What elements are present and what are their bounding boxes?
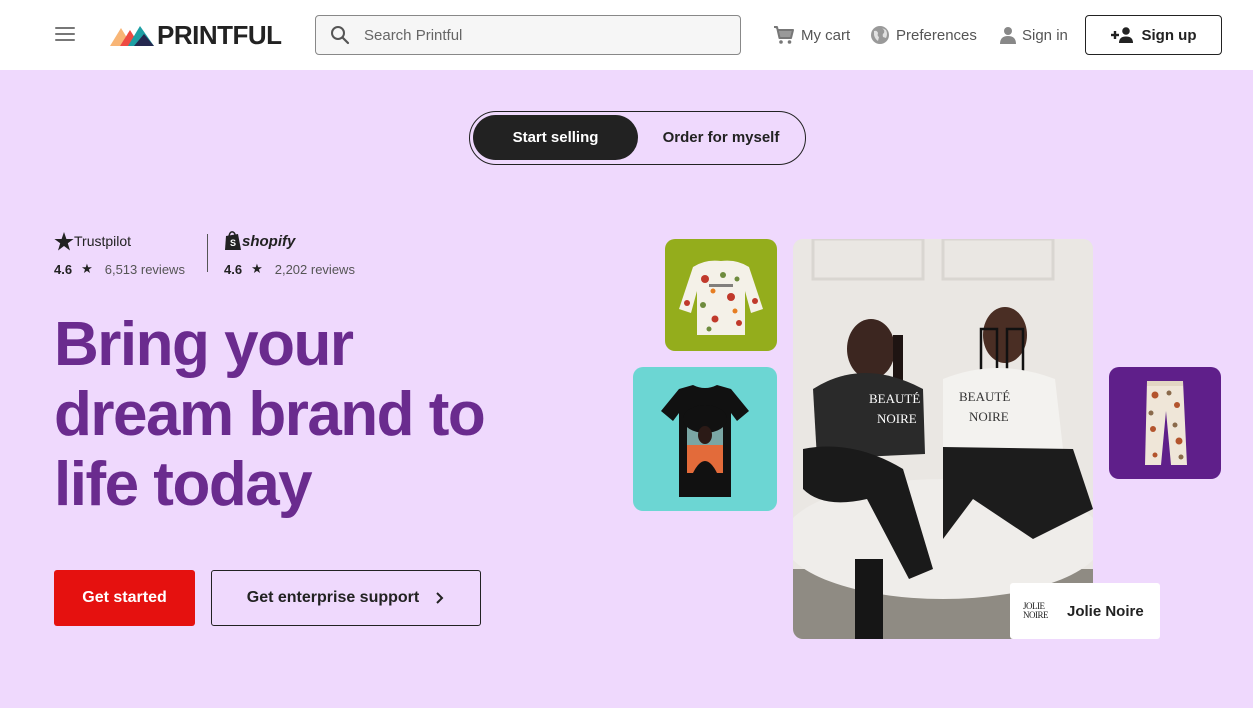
search-box[interactable]	[315, 15, 741, 55]
signin-label: Sign in	[1022, 26, 1068, 44]
preferences-link[interactable]: Preferences	[870, 24, 977, 46]
shirt-text-left-2: NOIRE	[877, 411, 917, 426]
jolie-noire-logo: JOLIE NOIRE	[1023, 601, 1049, 620]
shopify-bag-icon: S	[225, 231, 241, 250]
floral-pants-image	[1109, 367, 1221, 479]
shirt-text-left-1: BEAUTÉ	[869, 391, 920, 406]
audience-toggle: Start selling Order for myself	[469, 111, 806, 165]
cart-link[interactable]: My cart	[773, 24, 850, 46]
preferences-label: Preferences	[896, 26, 977, 44]
menu-icon[interactable]	[55, 27, 75, 43]
brand-card[interactable]: JOLIE NOIRE Jolie Noire	[1010, 583, 1160, 639]
enterprise-support-label: Get enterprise support	[246, 589, 420, 606]
cart-label: My cart	[801, 26, 851, 44]
shirt-text-right-2: NOIRE	[969, 409, 1009, 424]
headline-line-2: dream brand to	[54, 380, 486, 449]
add-user-icon	[1110, 27, 1133, 43]
trustpilot-reviews: 6,513 reviews	[104, 261, 185, 277]
trustpilot-score: 4.6	[54, 261, 73, 277]
headline-line-1: Bring your	[54, 310, 354, 379]
signup-label: Sign up	[1141, 26, 1197, 44]
shirt-text-right-1: BEAUTÉ	[959, 389, 1010, 404]
shopify-brand: shopify	[242, 232, 296, 250]
search-icon	[331, 26, 350, 45]
star-icon: ★	[81, 261, 93, 276]
rating-divider	[207, 234, 208, 272]
signin-link[interactable]: Sign in	[1000, 24, 1068, 46]
printful-logo[interactable]: PRINTFUL	[110, 20, 282, 50]
cart-icon	[774, 26, 794, 44]
get-started-button[interactable]: Get started	[54, 570, 195, 626]
trustpilot-rating[interactable]: Trustpilot 4.6 ★ 6,513 reviews	[54, 230, 185, 277]
hero-headline: Bring your dream brand to life today	[54, 310, 574, 520]
logo-mountains-icon	[110, 26, 154, 46]
svg-text:S: S	[230, 238, 236, 248]
enterprise-support-button[interactable]: Get enterprise support	[211, 570, 481, 626]
trustpilot-brand: Trustpilot	[74, 233, 132, 249]
floral-sweatshirt-image	[665, 239, 777, 351]
trustpilot-star-icon	[54, 231, 74, 250]
order-for-myself-tab[interactable]: Order for myself	[640, 115, 802, 160]
globe-icon	[871, 26, 889, 44]
user-icon	[1000, 27, 1016, 44]
chevron-right-icon	[436, 592, 444, 604]
headline-line-3: life today	[54, 450, 313, 519]
shopify-reviews: 2,202 reviews	[274, 261, 355, 277]
models-photo: BEAUTÉ NOIRE BEAUTÉ NOIRE	[793, 239, 1093, 639]
shopify-score: 4.6	[224, 261, 243, 277]
start-selling-tab[interactable]: Start selling	[473, 115, 638, 160]
star-icon: ★	[251, 261, 263, 276]
logo-text: PRINTFUL	[157, 19, 282, 50]
search-input[interactable]	[364, 26, 704, 44]
top-nav-bar: PRINTFUL My cart Preferences Sign in	[0, 0, 1253, 70]
brand-name: Jolie Noire	[1067, 602, 1144, 620]
signup-button[interactable]: Sign up	[1085, 15, 1222, 55]
shopify-rating[interactable]: S shopify 4.6 ★ 2,202 reviews	[224, 230, 355, 277]
graphic-tshirt-image	[633, 367, 777, 511]
